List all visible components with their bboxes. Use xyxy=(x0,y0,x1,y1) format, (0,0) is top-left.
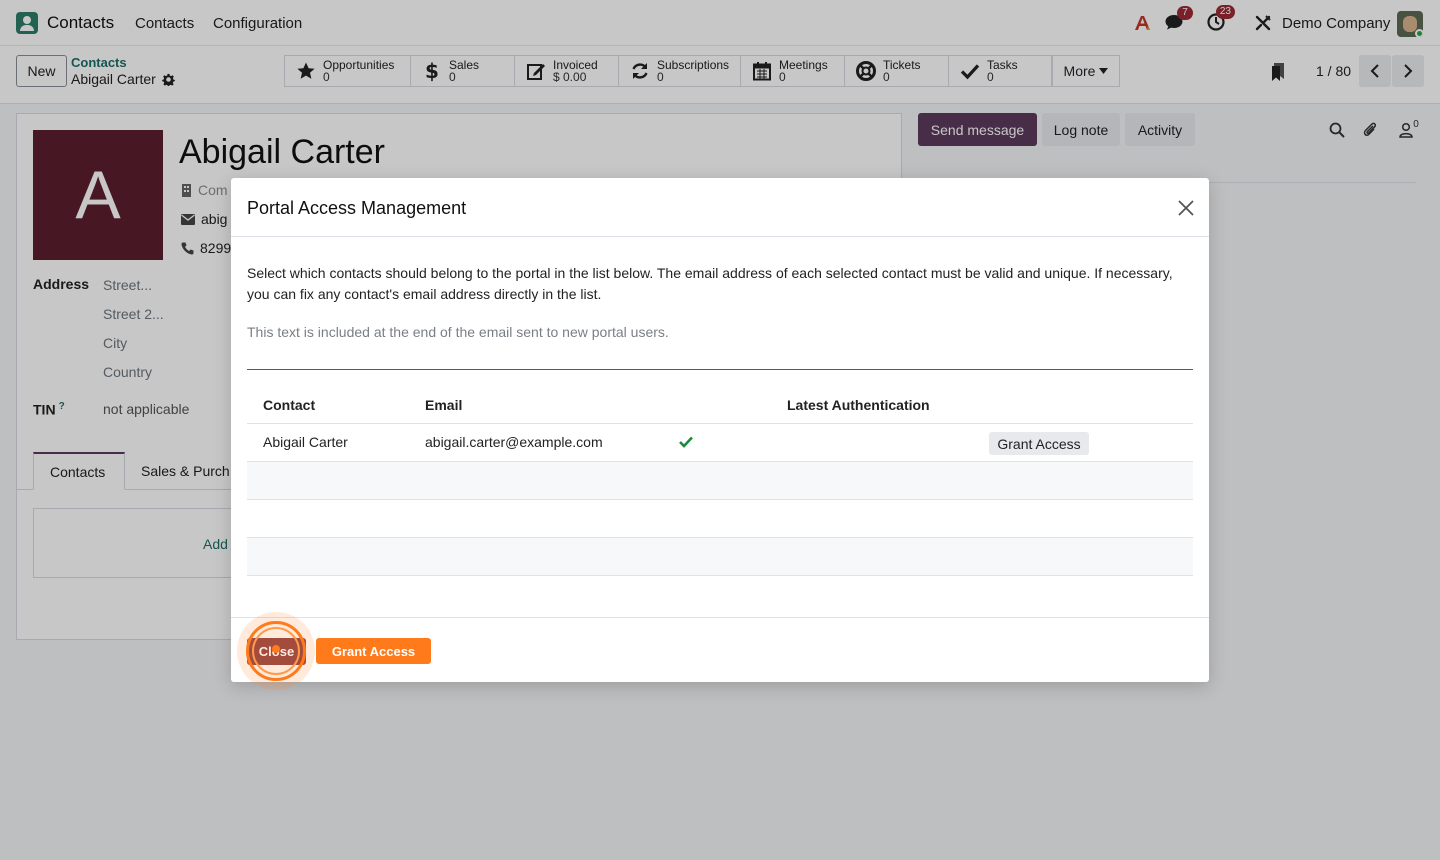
table-header: Contact Email Latest Authentication xyxy=(247,386,1193,424)
grant-access-button[interactable]: Grant Access xyxy=(316,638,431,664)
column-contact[interactable]: Contact xyxy=(263,397,315,413)
row-email[interactable]: abigail.carter@example.com xyxy=(425,434,603,450)
portal-access-dialog: Portal Access Management Select which co… xyxy=(231,178,1209,682)
close-icon[interactable] xyxy=(1175,197,1197,219)
row-grant-access-button[interactable]: Grant Access xyxy=(989,432,1089,455)
table-row-empty xyxy=(247,462,1193,500)
dialog-description: Select which contacts should belong to t… xyxy=(247,265,1173,302)
portal-users-table: Contact Email Latest Authentication Abig… xyxy=(247,386,1193,576)
table-row-empty xyxy=(247,500,1193,538)
dialog-title: Portal Access Management xyxy=(247,198,467,218)
table-row-empty xyxy=(247,538,1193,576)
close-button[interactable]: Close xyxy=(247,638,306,665)
welcome-message-field[interactable]: This text is included at the end of the … xyxy=(247,323,1193,370)
dialog-header: Portal Access Management xyxy=(231,178,1209,237)
table-row[interactable]: Abigail Carter abigail.carter@example.co… xyxy=(247,424,1193,462)
column-email[interactable]: Email xyxy=(425,397,462,413)
column-latest-authentication[interactable]: Latest Authentication xyxy=(787,397,930,413)
dialog-footer: Close Grant Access xyxy=(231,617,1209,682)
valid-check-icon xyxy=(679,436,693,448)
row-contact: Abigail Carter xyxy=(263,434,348,450)
